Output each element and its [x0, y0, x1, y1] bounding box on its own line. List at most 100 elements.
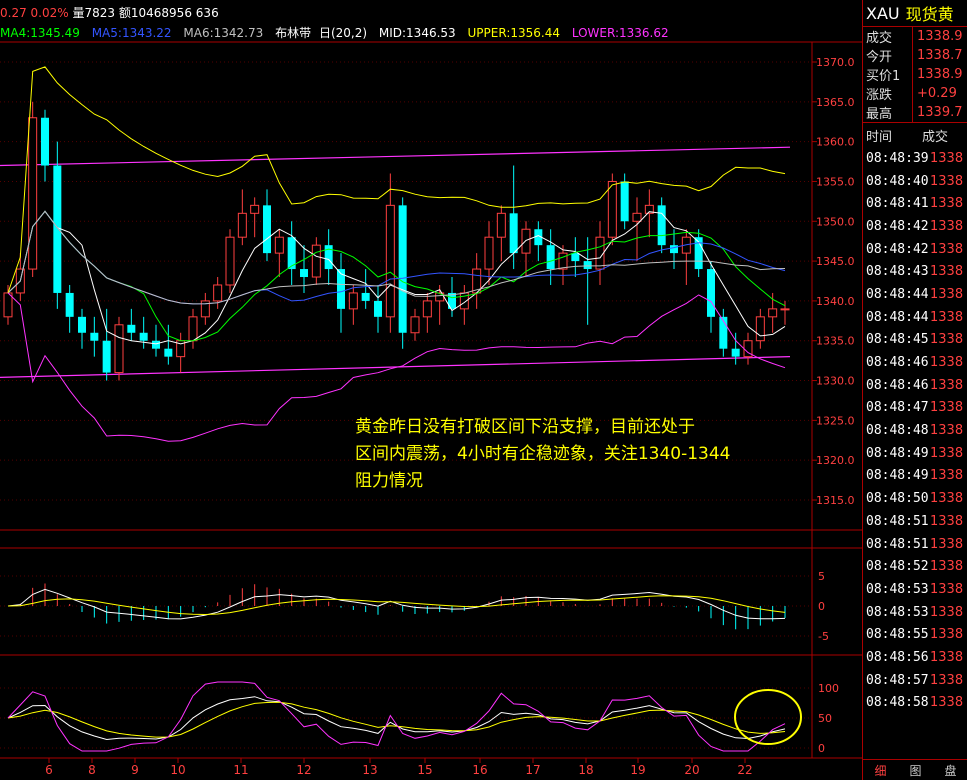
tick-price: 1338 [930, 536, 964, 552]
candle-body [65, 292, 74, 317]
candle-body [657, 205, 666, 246]
kdj-tick-label: 0 [818, 742, 825, 755]
tick-row: 08:48:44 1338 [863, 283, 967, 306]
side-tab-3[interactable]: 盘 [933, 760, 967, 780]
tick-price: 1338 [930, 309, 964, 325]
macd-dif-line [7, 588, 786, 620]
tick-price: 1338 [930, 445, 964, 461]
tick-time: 08:48:47 [866, 400, 929, 416]
date-tick-label: 20 [684, 763, 699, 777]
tick-row: 08:48:44 1338 [863, 306, 967, 329]
indicator-bar: MA4:1345.49 MA5:1343.22 MA6:1342.73 布林带 … [0, 24, 677, 41]
candle-body [78, 316, 86, 333]
quote-value: +0.29 [917, 86, 957, 101]
ma5-line [7, 210, 786, 305]
candle-body [225, 236, 235, 286]
date-tick-label: 16 [472, 763, 487, 777]
candle-body [348, 292, 358, 310]
tick-time: 08:48:44 [866, 286, 929, 302]
kdj-tick-label: 50 [818, 712, 832, 725]
candle-body [632, 212, 642, 222]
candle-body [731, 348, 740, 357]
tick-header-price: 成交 [922, 129, 949, 145]
quote-row: 买价1 1338.9 [863, 65, 967, 84]
quote-row: 今开 1338.7 [863, 46, 967, 65]
candle-body [398, 205, 407, 333]
candle-body [509, 213, 518, 254]
tick-price: 1338 [930, 286, 964, 302]
tick-row: 08:48:46 1338 [863, 374, 967, 397]
candle-body [607, 180, 617, 238]
quote-value: 1338.7 [917, 48, 963, 63]
price-tick-label: 1315.0 [816, 494, 855, 507]
instrument-code: XAU [866, 3, 900, 23]
tick-row: 08:48:45 1338 [863, 329, 967, 352]
tick-time: 08:48:42 [866, 241, 929, 257]
side-tab-1[interactable]: 细 [863, 760, 898, 780]
candle-body [274, 236, 284, 254]
candle-body [3, 292, 13, 318]
tick-time: 08:48:51 [866, 536, 929, 552]
tick-price: 1338 [930, 649, 964, 665]
tick-row: 08:48:56 1338 [863, 646, 967, 669]
tick-row: 08:48:39 1338 [863, 147, 967, 170]
tick-time: 08:48:44 [866, 309, 929, 325]
tick-time: 08:48:52 [866, 559, 929, 575]
candle-body [213, 284, 223, 302]
open-interest-value: 636 [195, 6, 219, 20]
tick-price: 1338 [930, 513, 964, 529]
kdj-d-line [7, 701, 786, 738]
macd-dea-line [7, 595, 786, 616]
candle-body [422, 300, 432, 318]
tick-list[interactable]: 08:48:39 1338 08:48:40 1338 08:48:41 1338 08:4… [863, 147, 967, 714]
candle-body [755, 316, 765, 342]
price-tick-label: 1330.0 [816, 375, 855, 388]
date-tick-label: 9 [131, 763, 139, 777]
candle-body [311, 244, 321, 278]
candle-body [583, 261, 592, 270]
date-tick-label: 12 [296, 763, 311, 777]
quote-label: 成交 [863, 27, 913, 46]
tick-row: 08:48:42 1338 [863, 215, 967, 238]
instrument-name: 现货黄 [905, 5, 954, 24]
candle-body [707, 269, 715, 317]
quote-label: 涨跌 [863, 84, 913, 103]
date-tick-label: 6 [45, 763, 53, 777]
price-tick-label: 1360.0 [816, 136, 855, 149]
tick-price: 1338 [930, 355, 964, 371]
boll-mid: MID:1346.53 [378, 26, 456, 40]
candle-body [127, 324, 136, 333]
candle-body [139, 332, 148, 341]
tick-time: 08:48:53 [866, 604, 929, 620]
date-tick-label: 8 [88, 763, 96, 777]
tick-row: 08:48:47 1338 [863, 397, 967, 420]
tick-time: 08:48:42 [866, 218, 929, 234]
tick-row: 08:48:51 1338 [863, 533, 967, 556]
tick-time: 08:48:49 [866, 445, 929, 461]
candle-body [768, 308, 778, 318]
candle-body [300, 269, 308, 278]
candle-body [237, 212, 247, 238]
tick-time: 08:48:55 [866, 627, 929, 643]
side-tab-2[interactable]: 图 [898, 760, 933, 780]
macd-tick-label: 5 [818, 570, 825, 583]
boll-period: 日(20,2) [318, 26, 368, 40]
date-tick-label: 18 [578, 763, 593, 777]
date-tick-label: 15 [417, 763, 432, 777]
boll-label[interactable]: 布林带 [275, 26, 311, 40]
candle-body [410, 316, 420, 334]
tick-header-time: 时间 [866, 129, 893, 145]
tick-price: 1338 [930, 604, 964, 620]
tick-time: 08:48:39 [866, 150, 929, 166]
candle-body [780, 308, 790, 311]
tick-time: 08:48:48 [866, 423, 929, 439]
candle-body [102, 340, 111, 373]
ma6-line [7, 210, 786, 305]
date-tick-label: 22 [737, 763, 752, 777]
ma4-line [7, 210, 786, 342]
kline-chart[interactable]: 1370.0 1365.0 1360.0 1355.0 1350.0 1345.0 1340… [0, 0, 862, 780]
change-pct: 0.02% [30, 6, 69, 20]
price-tick-label: 1370.0 [816, 56, 855, 69]
tick-row: 08:48:41 1338 [863, 192, 967, 215]
channel-upper-line [0, 146, 791, 167]
